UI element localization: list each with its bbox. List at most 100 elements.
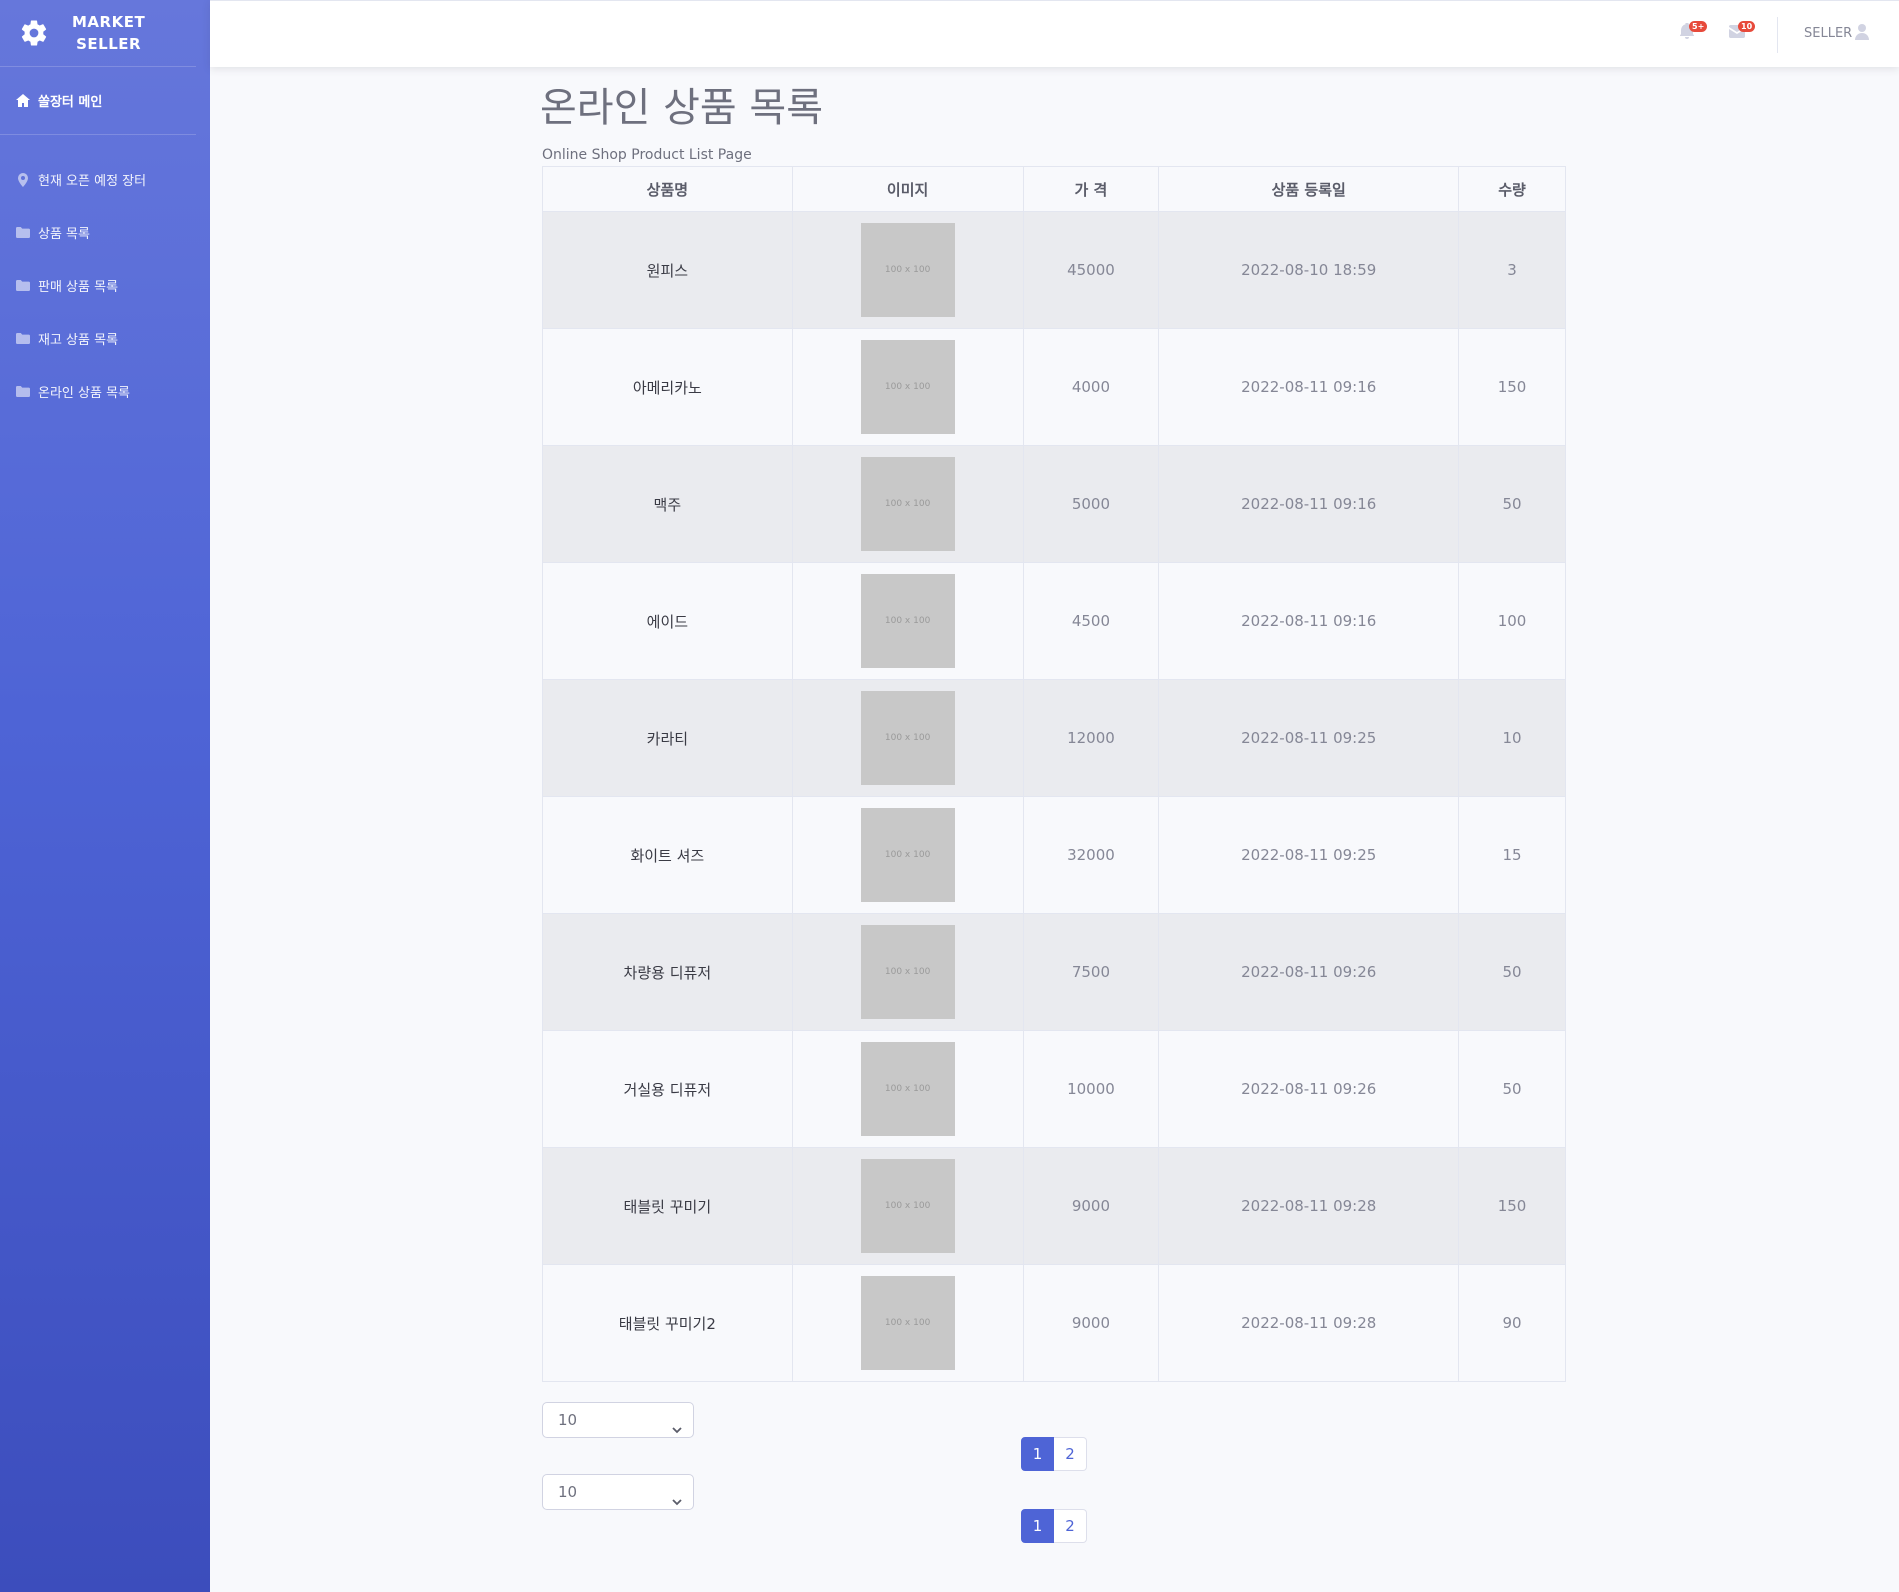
product-price: 4000	[1022, 328, 1160, 446]
page-subtitle: Online Shop Product List Page	[542, 147, 752, 163]
product-quantity: 100	[1458, 562, 1566, 680]
product-table: 상품명 이미지 가 격 상품 등록일 수량 원피스 100 x 100 4500…	[542, 166, 1566, 1382]
product-name: 화이트 셔즈	[542, 796, 793, 914]
sidebar-item-stock-products[interactable]: 재고 상품 목록	[0, 312, 210, 365]
product-date: 2022-08-11 09:26	[1158, 1030, 1460, 1148]
product-image-cell: 100 x 100	[791, 913, 1024, 1031]
column-header-date[interactable]: 상품 등록일	[1158, 166, 1460, 212]
product-name: 태블릿 꾸미기	[542, 1147, 793, 1265]
main-content: 온라인 상품 목록 Online Shop Product List Page …	[540, 80, 1567, 1546]
sidebar-item-sales-products[interactable]: 판매 상품 목록	[0, 259, 210, 312]
product-name: 맥주	[542, 445, 793, 563]
table-row[interactable]: 에이드 100 x 100 4500 2022-08-11 09:16 100	[542, 562, 1566, 680]
product-date: 2022-08-11 09:16	[1158, 445, 1460, 563]
product-name: 차량용 디퓨저	[542, 913, 793, 1031]
table-row[interactable]: 거실용 디퓨저 100 x 100 10000 2022-08-11 09:26…	[542, 1030, 1566, 1148]
folder-icon	[16, 226, 30, 240]
product-price: 5000	[1022, 445, 1160, 563]
page-button-1[interactable]: 1	[1021, 1437, 1054, 1471]
table-row[interactable]: 원피스 100 x 100 45000 2022-08-10 18:59 3	[542, 211, 1566, 329]
table-header-row: 상품명 이미지 가 격 상품 등록일 수량	[542, 166, 1566, 212]
brand[interactable]: MARKET SELLER	[0, 0, 196, 67]
messages-button[interactable]: 10	[1729, 21, 1756, 45]
product-date: 2022-08-11 09:16	[1158, 328, 1460, 446]
product-price: 12000	[1022, 679, 1160, 797]
product-image-cell: 100 x 100	[791, 562, 1024, 680]
user-icon[interactable]	[1855, 24, 1871, 42]
sidebar-item-label: 상품 목록	[38, 227, 90, 242]
sidebar-item-open-market[interactable]: 현재 오픈 예정 장터	[0, 153, 210, 206]
product-image-placeholder: 100 x 100	[860, 925, 955, 1019]
sidebar-item-products[interactable]: 상품 목록	[0, 206, 210, 259]
table-row[interactable]: 아메리카노 100 x 100 4000 2022-08-11 09:16 15…	[542, 328, 1566, 446]
page-button-1[interactable]: 1	[1021, 1509, 1054, 1543]
product-date: 2022-08-11 09:28	[1158, 1147, 1460, 1265]
product-price: 9000	[1022, 1147, 1160, 1265]
column-header-quantity[interactable]: 수량	[1458, 166, 1566, 212]
product-name: 아메리카노	[542, 328, 793, 446]
product-quantity: 50	[1458, 1030, 1566, 1148]
table-row[interactable]: 맥주 100 x 100 5000 2022-08-11 09:16 50	[542, 445, 1566, 563]
column-header-price[interactable]: 가 격	[1022, 166, 1160, 212]
topbar: 5+ 10 SELLER	[210, 0, 1899, 67]
home-icon	[16, 94, 30, 108]
product-quantity: 50	[1458, 445, 1566, 563]
table-row[interactable]: 차량용 디퓨저 100 x 100 7500 2022-08-11 09:26 …	[542, 913, 1566, 1031]
table-row[interactable]: 태블릿 꾸미기 100 x 100 9000 2022-08-11 09:28 …	[542, 1147, 1566, 1265]
product-quantity: 150	[1458, 1147, 1566, 1265]
product-image-cell: 100 x 100	[791, 328, 1024, 446]
product-price: 4500	[1022, 562, 1160, 680]
folder-icon	[16, 385, 30, 399]
product-quantity: 50	[1458, 913, 1566, 1031]
product-date: 2022-08-11 09:26	[1158, 913, 1460, 1031]
sidebar-item-label: 온라인 상품 목록	[38, 386, 130, 401]
product-image-placeholder: 100 x 100	[860, 340, 955, 434]
product-image-placeholder: 100 x 100	[860, 691, 955, 785]
page-size-select[interactable]: 10	[542, 1402, 694, 1438]
product-date: 2022-08-11 09:25	[1158, 679, 1460, 797]
gear-icon	[18, 17, 50, 49]
column-header-image[interactable]: 이미지	[791, 166, 1024, 212]
product-name: 원피스	[542, 211, 793, 329]
product-image-cell: 100 x 100	[791, 445, 1024, 563]
sidebar-item-label: 현재 오픈 예정 장터	[38, 174, 147, 189]
alerts-button[interactable]: 5+	[1680, 21, 1708, 45]
product-quantity: 3	[1458, 211, 1566, 329]
folder-icon	[16, 332, 30, 346]
brand-line-2: SELLER	[76, 35, 142, 53]
product-price: 10000	[1022, 1030, 1160, 1148]
table-row[interactable]: 카라티 100 x 100 12000 2022-08-11 09:25 10	[542, 679, 1566, 797]
product-date: 2022-08-11 09:16	[1158, 562, 1460, 680]
pagination: 1 2	[1021, 1509, 1087, 1543]
product-image-cell: 100 x 100	[791, 679, 1024, 797]
column-header-name[interactable]: 상품명	[542, 166, 793, 212]
product-name: 거실용 디퓨저	[542, 1030, 793, 1148]
table-row[interactable]: 태블릿 꾸미기2 100 x 100 9000 2022-08-11 09:28…	[542, 1264, 1566, 1382]
page-size-select[interactable]: 10	[542, 1474, 694, 1510]
product-image-placeholder: 100 x 100	[860, 1042, 955, 1136]
product-quantity: 150	[1458, 328, 1566, 446]
sidebar-nav: 현재 오픈 예정 장터 상품 목록 판매 상품 목록 재고 상품 목록 온라인 …	[0, 135, 210, 418]
product-name: 태블릿 꾸미기2	[542, 1264, 793, 1382]
user-name[interactable]: SELLER	[1804, 26, 1852, 41]
sidebar-item-label: 쏠장터 메인	[38, 95, 103, 110]
map-pin-icon	[16, 172, 30, 187]
page-title: 온라인 상품 목록	[540, 85, 824, 131]
product-image-cell: 100 x 100	[791, 1030, 1024, 1148]
sidebar-item-main[interactable]: 쏠장터 메인	[0, 67, 196, 135]
page-button-2[interactable]: 2	[1054, 1509, 1087, 1543]
product-image-placeholder: 100 x 100	[860, 574, 955, 668]
topbar-divider	[1777, 17, 1778, 53]
product-image-placeholder: 100 x 100	[860, 457, 955, 551]
alerts-badge: 5+	[1689, 21, 1708, 32]
sidebar-item-online-products[interactable]: 온라인 상품 목록	[0, 365, 210, 418]
product-date: 2022-08-11 09:25	[1158, 796, 1460, 914]
product-image-placeholder: 100 x 100	[860, 223, 955, 317]
chevron-down-icon	[671, 1414, 683, 1434]
chevron-down-icon	[671, 1486, 683, 1506]
product-quantity: 15	[1458, 796, 1566, 914]
product-image-cell: 100 x 100	[791, 211, 1024, 329]
table-row[interactable]: 화이트 셔즈 100 x 100 32000 2022-08-11 09:25 …	[542, 796, 1566, 914]
page-button-2[interactable]: 2	[1054, 1437, 1087, 1471]
folder-icon	[16, 279, 30, 293]
